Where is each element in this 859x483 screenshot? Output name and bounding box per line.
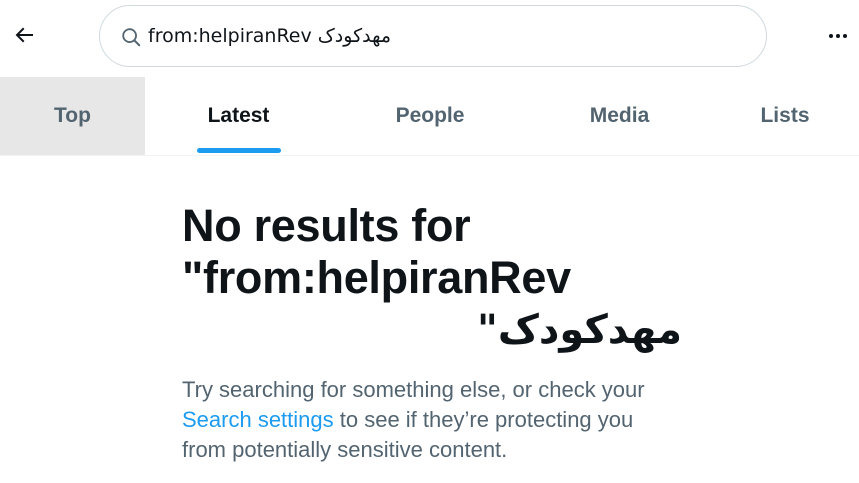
tab-latest[interactable]: Latest [145,77,332,155]
title-line: No results for [182,200,471,251]
active-tab-indicator [197,148,281,153]
tab-people[interactable]: People [332,77,528,155]
tab-label: Media [589,104,650,127]
more-button[interactable] [818,18,858,58]
search-icon [119,25,143,49]
top-bar [0,0,859,77]
message-text: Try searching for something else, or che… [182,377,645,402]
empty-state-message: Try searching for something else, or che… [182,375,682,465]
tab-label: Lists [760,104,810,127]
empty-state: No results for "from:helpiranRev مهدکودک… [182,200,682,465]
tab-label: People [395,104,465,127]
search-settings-link[interactable]: Search settings [182,407,334,432]
tab-label: Latest [207,104,270,127]
title-line: مهدکودک" [477,307,682,353]
tab-lists[interactable]: Lists [711,77,859,155]
more-horizontal-icon [826,24,850,53]
tab-top[interactable]: Top [0,77,145,155]
tab-media[interactable]: Media [528,77,711,155]
tab-label: Top [54,104,91,127]
back-button[interactable] [4,17,44,57]
empty-state-title: No results for "from:helpiranRev مهدکودک… [182,200,682,356]
search-box[interactable] [99,5,767,67]
search-tabs: Top Latest People Media Lists [0,77,859,156]
search-input[interactable] [148,20,728,52]
arrow-left-icon [12,23,36,52]
title-line: "from:helpiranRev [182,252,571,303]
